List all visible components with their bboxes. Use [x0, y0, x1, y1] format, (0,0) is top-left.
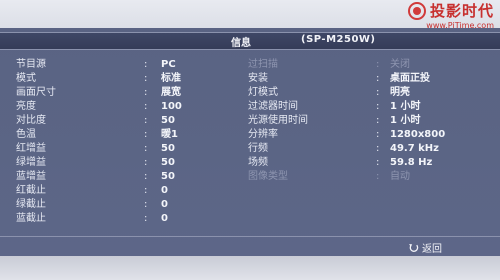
info-label: 安装 — [248, 73, 268, 84]
info-value: 100 — [161, 101, 182, 112]
separator: : — [144, 157, 148, 168]
osd-header: 信息 (SP-M250W) — [0, 32, 500, 50]
watermark-name: 投影时代 — [429, 1, 494, 20]
back-label: 返回 — [422, 244, 442, 255]
info-label: 模式 — [16, 73, 36, 84]
info-value: 关闭 — [390, 59, 410, 70]
info-label: 节目源 — [16, 59, 46, 70]
separator: : — [376, 59, 380, 70]
info-label: 红截止 — [16, 185, 46, 196]
separator: : — [144, 143, 148, 154]
info-label: 过滤器时间 — [248, 101, 298, 112]
info-value: 59.8 Hz — [390, 157, 433, 168]
info-value: 标准 — [161, 73, 181, 84]
info-value: 1280x800 — [390, 129, 446, 140]
info-value: 桌面正投 — [390, 73, 430, 84]
back-button[interactable]: 返回 — [408, 240, 442, 255]
info-label: 行频 — [248, 143, 268, 154]
info-value: 1 小时 — [390, 101, 421, 112]
info-label: 绿截止 — [16, 199, 46, 210]
info-label: 灯模式 — [248, 87, 278, 98]
watermark-logo-icon — [407, 2, 426, 20]
info-value: 明亮 — [390, 87, 410, 98]
separator: : — [144, 213, 148, 224]
info-label: 亮度 — [16, 101, 36, 112]
info-value: 50 — [161, 157, 175, 168]
separator: : — [376, 115, 380, 126]
osd-footer: 返回 — [0, 236, 500, 255]
info-value: 50 — [161, 171, 175, 182]
separator: : — [376, 143, 380, 154]
info-label: 蓝增益 — [16, 171, 46, 182]
info-value: 暖1 — [161, 129, 178, 140]
info-value: 0 — [161, 213, 168, 224]
info-label: 画面尺寸 — [16, 87, 56, 98]
separator: : — [376, 87, 380, 98]
info-value: 展宽 — [161, 87, 181, 98]
separator: : — [144, 185, 148, 196]
info-label: 图像类型 — [248, 171, 288, 182]
info-label: 分辨率 — [248, 129, 278, 140]
separator: : — [144, 129, 148, 140]
separator: : — [376, 101, 380, 112]
separator: : — [376, 129, 380, 140]
info-value: PC — [161, 59, 176, 70]
info-value: 50 — [161, 143, 175, 154]
info-value: 50 — [161, 115, 175, 126]
separator: : — [144, 171, 148, 182]
separator: : — [144, 59, 148, 70]
model-name: (SP-M250W) — [301, 34, 376, 45]
separator: : — [144, 73, 148, 84]
info-value: 0 — [161, 199, 168, 210]
info-label: 对比度 — [16, 115, 46, 126]
return-arrow-icon — [409, 244, 419, 252]
info-label: 场频 — [248, 157, 268, 168]
separator: : — [144, 87, 148, 98]
separator: : — [144, 199, 148, 210]
info-label: 光源使用时间 — [248, 115, 308, 126]
info-label: 绿增益 — [16, 157, 46, 168]
separator: : — [144, 101, 148, 112]
camera-bottom-band — [0, 256, 500, 280]
separator: : — [376, 171, 380, 182]
page-title: 信息 — [231, 38, 251, 49]
info-value: 0 — [161, 185, 168, 196]
info-value: 1 小时 — [390, 115, 421, 126]
info-value: 自动 — [390, 171, 410, 182]
info-value: 49.7 kHz — [390, 143, 439, 154]
separator: : — [376, 73, 380, 84]
info-label: 红增益 — [16, 143, 46, 154]
info-label: 蓝截止 — [16, 213, 46, 224]
watermark: 投影时代 www.PjTime.com — [407, 1, 494, 30]
separator: : — [376, 157, 380, 168]
info-label: 色温 — [16, 129, 36, 140]
separator: : — [144, 115, 148, 126]
info-label: 过扫描 — [248, 59, 278, 70]
